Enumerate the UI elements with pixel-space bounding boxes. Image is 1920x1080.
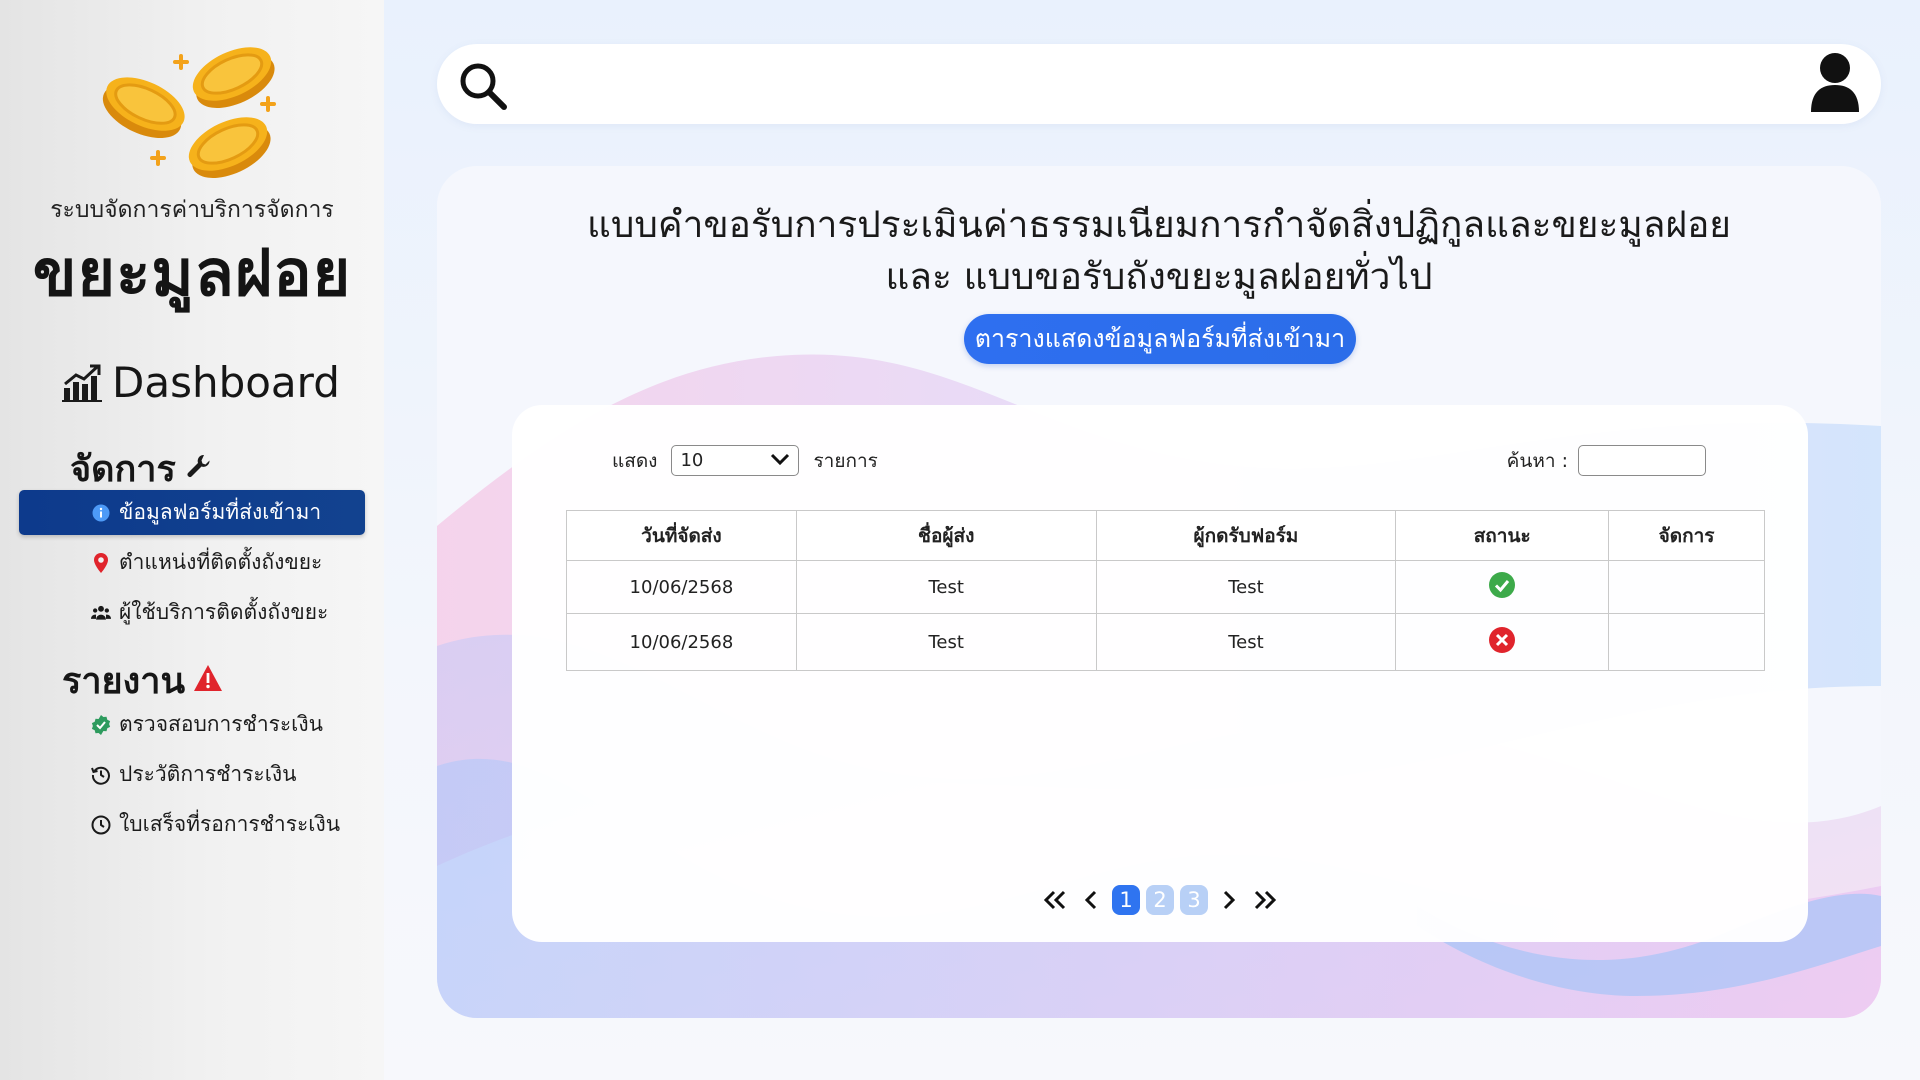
date-cell: 10/06/2568 [566,560,797,614]
table-row: 10/06/2568 Test Test [566,560,1765,614]
main-content-card: แบบคำขอรับการประเมินค่าธรรมเนียมการกำจัด… [437,166,1881,1018]
sidebar-item-bin-users[interactable]: ผู้ใช้บริการติดตั้งถังขยะ [19,590,365,635]
sidebar-item-bin-locations[interactable]: ตำแหน่งที่ติดตั้งถังขยะ [19,540,365,585]
actions-cell [1608,613,1765,671]
form-submissions-table: วันที่จัดส่ง ชื่อผู้ส่ง ผู้กดรับฟอร์ม สถ… [566,510,1765,671]
prev-page-icon[interactable] [1076,885,1106,915]
table-search-control: ค้นหา : [1507,445,1706,476]
sidebar-item-form-data[interactable]: ข้อมูลฟอร์มที่ส่งเข้ามา [19,490,365,535]
first-page-icon[interactable] [1040,885,1070,915]
chevron-down-icon [770,450,790,471]
manage-section-title: จัดการ [70,440,212,497]
history-icon [91,765,111,785]
column-header[interactable]: วันที่จัดส่ง [566,510,797,561]
column-header[interactable]: ผู้กดรับฟอร์ม [1095,510,1397,561]
brand-title: ขยะมูลฝอย [32,237,352,311]
location-pin-icon [91,552,111,573]
report-section-title: รายงาน [62,652,223,709]
heading-line-1: แบบคำขอรับการประเมินค่าธรรมเนียมการกำจัด… [587,203,1731,246]
top-search-bar[interactable] [437,44,1881,124]
heading-line-2: และ แบบขอรับถังขยะมูลฝอยทั่วไป [885,255,1433,298]
dashboard-link[interactable]: Dashboard [62,358,340,407]
page-heading: แบบคำขอรับการประเมินค่าธรรมเนียมการกำจัด… [437,199,1881,303]
search-icon[interactable] [457,60,509,116]
receiver-cell: Test [1095,560,1397,614]
sidebar-item-pending-receipts[interactable]: ใบเสร็จที่รอการชำระเงิน [19,802,365,847]
column-header[interactable]: จัดการ [1608,510,1765,561]
column-header[interactable]: สถานะ [1395,510,1610,561]
receiver-cell: Test [1095,613,1397,671]
status-cell [1395,560,1610,614]
page-size-select[interactable]: 10 [671,445,800,476]
page-button-1[interactable]: 1 [1112,885,1140,915]
user-profile-icon[interactable] [1809,52,1861,118]
page-size-value: 10 [680,450,704,471]
table-search-input[interactable] [1578,445,1706,476]
pagination: 1 2 3 [512,885,1808,915]
verified-badge-icon [91,714,111,735]
warning-icon [193,660,223,701]
entries-label: รายการ [813,449,878,472]
actions-cell [1608,560,1765,614]
page-button-2[interactable]: 2 [1146,885,1174,915]
status-cell [1395,613,1610,671]
manage-title-text: จัดการ [70,449,176,490]
table-row: 10/06/2568 Test Test [566,613,1765,671]
next-page-icon[interactable] [1214,885,1244,915]
sidebar-item-label: ข้อมูลฟอร์มที่ส่งเข้ามา [119,500,322,524]
sender-cell: Test [795,560,1097,614]
users-icon [91,603,111,623]
sidebar: ระบบจัดการค่าบริการจัดการ ขยะมูลฝอย Dash… [0,0,384,1080]
sidebar-item-check-payment[interactable]: ตรวจสอบการชำระเงิน [19,702,365,747]
page-size-control: แสดง 10 รายการ [612,445,878,476]
check-circle-icon [1488,571,1516,604]
chart-growth-icon [62,364,102,402]
last-page-icon[interactable] [1250,885,1280,915]
sidebar-item-label: ผู้ใช้บริการติดตั้งถังขยะ [119,600,329,624]
sidebar-item-label: ใบเสร็จที่รอการชำระเงิน [119,812,341,836]
report-title-text: รายงาน [62,661,186,702]
sender-cell: Test [795,613,1097,671]
search-label: ค้นหา : [1506,449,1568,472]
clock-icon [91,815,111,835]
wrench-icon [184,448,212,489]
sidebar-item-label: ตำแหน่งที่ติดตั้งถังขยะ [119,550,323,574]
column-header[interactable]: ชื่อผู้ส่ง [795,510,1097,561]
show-label: แสดง [612,449,658,472]
coins-logo-icon [100,40,290,185]
dashboard-label: Dashboard [112,358,340,407]
page-button-3[interactable]: 3 [1180,885,1208,915]
sidebar-item-label: ตรวจสอบการชำระเงิน [119,712,323,736]
table-header-row: วันที่จัดส่ง ชื่อผู้ส่ง ผู้กดรับฟอร์ม สถ… [566,510,1765,561]
x-circle-icon [1488,626,1516,659]
table-card: แสดง 10 รายการ ค้นหา : วันที่จัดส่ง ชื่อ… [512,405,1808,942]
sidebar-item-label: ประวัติการชำระเงิน [119,762,297,786]
info-icon [91,503,111,523]
table-section-button[interactable]: ตารางแสดงข้อมูลฟอร์มที่ส่งเข้ามา [964,314,1356,364]
date-cell: 10/06/2568 [566,613,797,671]
sidebar-item-payment-history[interactable]: ประวัติการชำระเงิน [19,752,365,797]
